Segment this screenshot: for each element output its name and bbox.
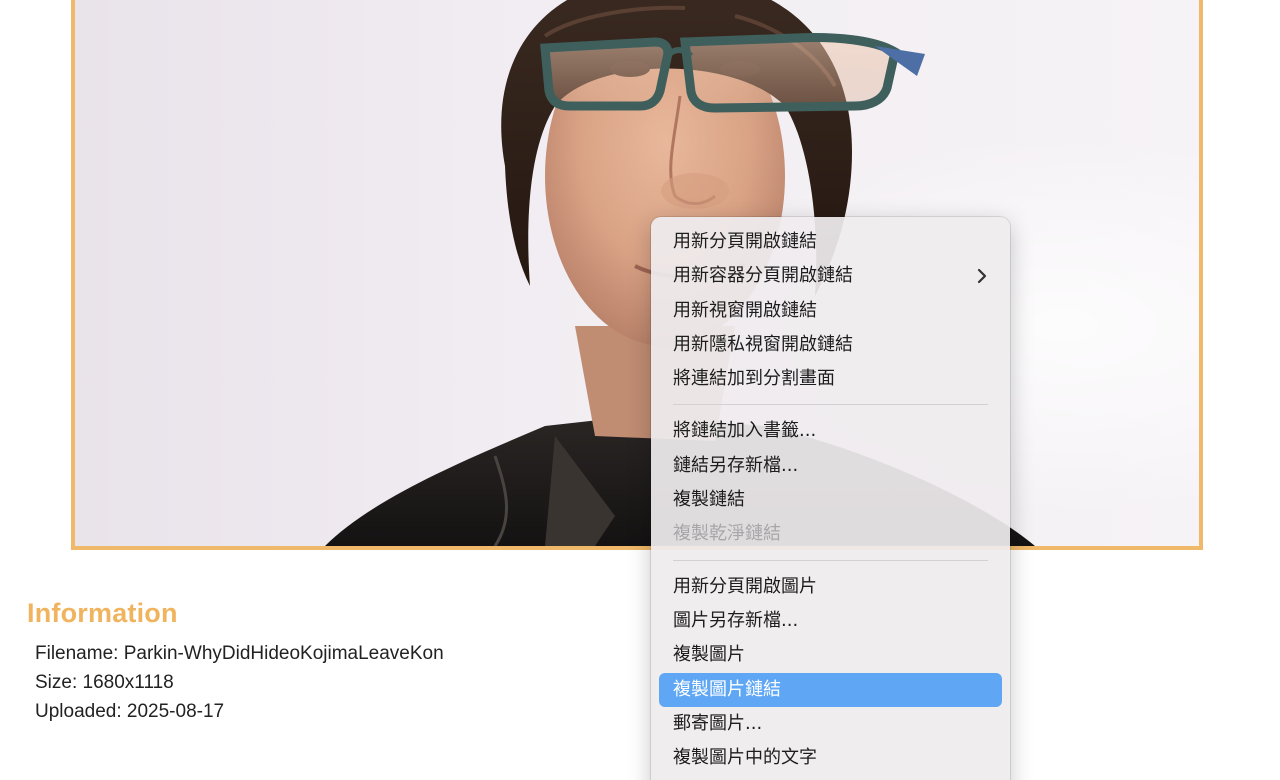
- menu-item-label: 複製圖片中的文字: [673, 747, 817, 769]
- menu-item-add-link-split-view[interactable]: 將連結加到分割畫面: [659, 362, 1002, 396]
- menu-item-save-image-as[interactable]: 圖片另存新檔...: [659, 604, 1002, 638]
- menu-item-open-link-private-window[interactable]: 用新隱私視窗開啟鏈結: [659, 328, 1002, 362]
- menu-item-open-image-new-tab[interactable]: 用新分頁開啟圖片: [659, 570, 1002, 604]
- menu-item-label: 圖片另存新檔...: [673, 609, 799, 631]
- menu-item-open-link-new-tab[interactable]: 用新分頁開啟鏈結: [659, 225, 1002, 259]
- menu-item-label: 複製乾淨鏈結: [673, 523, 781, 545]
- menu-item-open-link-new-window[interactable]: 用新視窗開啟鏈結: [659, 294, 1002, 328]
- menu-item-copy-link[interactable]: 複製鏈結: [659, 483, 1002, 517]
- photo-frame[interactable]: [71, 0, 1203, 550]
- menu-item-label: 用新隱私視窗開啟鏈結: [673, 333, 853, 355]
- menu-item-copy-text-from-image[interactable]: 複製圖片中的文字: [659, 741, 1002, 775]
- menu-separator: [673, 559, 988, 561]
- menu-item-save-link-as[interactable]: 鏈結另存新檔...: [659, 449, 1002, 483]
- menu-item-label: 將鏈結加入書籤...: [673, 420, 817, 442]
- menu-item-label: 複製圖片: [673, 644, 745, 666]
- menu-item-copy-image[interactable]: 複製圖片: [659, 638, 1002, 672]
- glasses: [540, 33, 925, 113]
- menu-item-copy-clean-link: 複製乾淨鏈結: [659, 517, 1002, 551]
- menu-item-label: 用新視窗開啟鏈結: [673, 299, 817, 321]
- information-heading: Information: [27, 598, 178, 628]
- portrait-photo[interactable]: [75, 0, 1199, 546]
- menu-item-label: 複製圖片鏈結: [673, 678, 781, 700]
- size-text: Size: 1680x1118: [35, 672, 174, 693]
- menu-item-email-image[interactable]: 郵寄圖片...: [659, 707, 1002, 741]
- page: Information Filename: Parkin-WhyDidHideo…: [0, 0, 1280, 780]
- menu-item-label: 用新容器分頁開啟鏈結: [673, 265, 853, 287]
- filename-text: Filename: Parkin-WhyDidHideoKojimaLeaveK…: [35, 643, 444, 664]
- menu-item-bookmark-link[interactable]: 將鏈結加入書籤...: [659, 414, 1002, 448]
- context-menu: 用新分頁開啟鏈結 用新容器分頁開啟鏈結 用新視窗開啟鏈結 用新隱私視窗開啟鏈結 …: [651, 217, 1010, 780]
- menu-item-label: 鏈結另存新檔...: [673, 454, 799, 476]
- menu-item-copy-image-link[interactable]: 複製圖片鏈結: [659, 672, 1002, 707]
- menu-item-open-link-container-tab[interactable]: 用新容器分頁開啟鏈結: [659, 259, 1002, 293]
- menu-item-label: 用新分頁開啟鏈結: [673, 231, 817, 252]
- menu-item-label: 複製鏈結: [673, 489, 745, 511]
- menu-item-label: 用新分頁開啟圖片: [673, 575, 817, 597]
- menu-item-label: 將連結加到分割畫面: [673, 368, 835, 390]
- menu-item-label: 郵寄圖片...: [673, 712, 763, 734]
- menu-separator: [673, 404, 988, 406]
- uploaded-text: Uploaded: 2025-08-17: [35, 701, 225, 722]
- information-section: Information Filename: Parkin-WhyDidHideo…: [27, 598, 444, 726]
